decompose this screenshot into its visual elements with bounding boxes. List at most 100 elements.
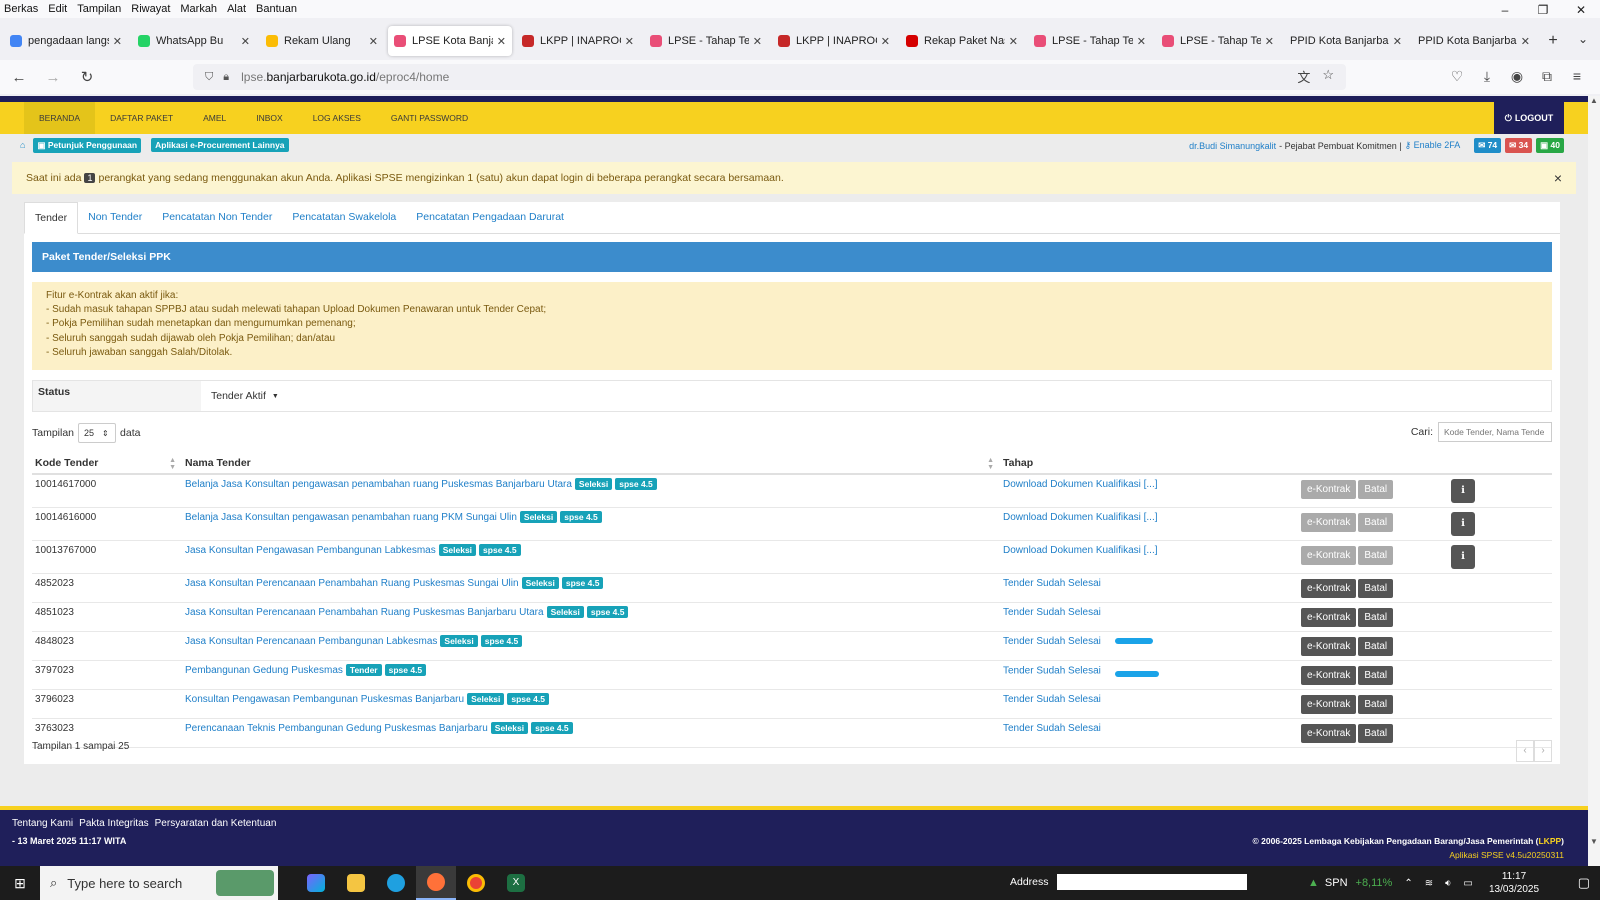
downloads-icon[interactable]: ⤓ — [1472, 68, 1502, 85]
menu-tampilan[interactable]: Tampilan — [77, 3, 121, 15]
col-nama-tender[interactable]: Nama Tender ▲ ▼ — [182, 452, 1000, 475]
tahap-link[interactable]: Tender Sudah Selesai — [1003, 607, 1101, 618]
browser-tab[interactable]: LPSE Kota Banjarb ✕ — [388, 26, 512, 56]
batal-button[interactable]: Batal — [1358, 724, 1394, 743]
back-button[interactable]: ← — [4, 69, 34, 86]
close-tab-icon[interactable]: ✕ — [1009, 35, 1018, 48]
page-scrollbar[interactable]: ▲ ▼ — [1588, 96, 1600, 866]
nav-inbox[interactable]: INBOX — [241, 102, 297, 134]
shield-icon[interactable]: ⛉ — [205, 71, 213, 84]
new-tab-button[interactable]: + — [1540, 32, 1566, 50]
menu-alat[interactable]: Alat — [227, 3, 246, 15]
extensions-icon[interactable]: ⧉ — [1532, 68, 1562, 85]
minimize-button[interactable]: – — [1486, 0, 1524, 20]
tab-tender[interactable]: Tender — [24, 202, 79, 234]
batal-button[interactable]: Batal — [1358, 579, 1394, 598]
info-icon[interactable]: ℹ — [1451, 512, 1475, 536]
e-kontrak-button[interactable]: e-Kontrak — [1301, 695, 1357, 714]
e-kontrak-button[interactable]: e-Kontrak — [1301, 579, 1357, 598]
url-text[interactable]: lpse.banjarbarukota.go.id/eproc4/home — [241, 70, 449, 84]
browser-tab[interactable]: PPID Kota Banjarbaru ✕ — [1284, 26, 1408, 56]
close-window-button[interactable]: ✕ — [1562, 0, 1600, 20]
enable-2fa-link[interactable]: ⚷ Enable 2FA — [1405, 140, 1461, 151]
nav-log-akses[interactable]: LOG AKSES — [298, 102, 376, 134]
per-page-select[interactable]: 25 ⇕ — [78, 423, 117, 443]
menu-riwayat[interactable]: Riwayat — [131, 3, 170, 15]
lock-icon[interactable]: 🔒︎ — [223, 71, 229, 84]
ticker-change[interactable]: +8,11% — [1356, 877, 1393, 889]
tab-pencatatan-swakelola[interactable]: Pencatatan Swakelola — [282, 201, 406, 233]
menu-berkas[interactable]: Berkas — [4, 3, 38, 15]
chrome-icon[interactable] — [456, 866, 496, 900]
tahap-link[interactable]: Download Dokumen Kualifikasi [...] — [1003, 512, 1158, 523]
home-icon[interactable]: ⌂ — [20, 140, 25, 150]
tender-name-link[interactable]: Belanja Jasa Konsultan pengawasan penamb… — [185, 512, 517, 523]
tahap-link[interactable]: Download Dokumen Kualifikasi [...] — [1003, 479, 1158, 490]
tender-name-link[interactable]: Jasa Konsultan Perencanaan Penambahan Ru… — [185, 578, 519, 589]
user-name-link[interactable]: dr.Budi Simanungkalit — [1189, 141, 1276, 151]
close-tab-icon[interactable]: ✕ — [1521, 35, 1530, 48]
nav-amel[interactable]: AMEL — [188, 102, 241, 134]
batal-button[interactable]: Batal — [1358, 637, 1394, 656]
logout-button[interactable]: ⏻ LOGOUT — [1494, 102, 1564, 134]
scroll-up-icon[interactable]: ▲ — [1588, 96, 1600, 105]
clock[interactable]: 11:17 13/03/2025 — [1484, 870, 1544, 896]
close-tab-icon[interactable]: ✕ — [1265, 35, 1274, 48]
batal-button[interactable]: Batal — [1358, 608, 1394, 627]
close-tab-icon[interactable]: ✕ — [625, 35, 634, 48]
nav-daftar-paket[interactable]: DAFTAR PAKET — [95, 102, 188, 134]
status-select[interactable]: Tender Aktif ▼ — [201, 381, 289, 411]
file-explorer-icon[interactable] — [336, 866, 376, 900]
taskbar-search[interactable]: ⌕ Type here to search — [40, 866, 278, 900]
notification-badge[interactable]: ▣ 40 — [1536, 138, 1564, 153]
meet-now-icon[interactable]: ▭ — [1463, 878, 1472, 889]
browser-tab[interactable]: LPSE - Tahap Tend ✕ — [1028, 26, 1152, 56]
browser-tab[interactable]: LKPP | INAPROC ✕ — [516, 26, 640, 56]
close-tab-icon[interactable]: ✕ — [753, 35, 762, 48]
menu-bantuan[interactable]: Bantuan — [256, 3, 297, 15]
next-page-button[interactable]: › — [1534, 740, 1552, 762]
petunjuk-button[interactable]: ▣ Petunjuk Penggunaan — [33, 137, 142, 153]
windows-start-icon[interactable]: ⊞ — [0, 875, 40, 892]
browser-tab[interactable]: pengadaan langsu ✕ — [4, 26, 128, 56]
menu-markah[interactable]: Markah — [180, 3, 217, 15]
col-tahap[interactable]: Tahap — [1000, 452, 1298, 475]
footer-link[interactable]: Pakta Integritas — [79, 818, 148, 829]
e-kontrak-button[interactable]: e-Kontrak — [1301, 637, 1357, 656]
reload-button[interactable]: ↻ — [72, 68, 102, 86]
batal-button[interactable]: Batal — [1358, 695, 1394, 714]
close-tab-icon[interactable]: ✕ — [1393, 35, 1402, 48]
copilot-icon[interactable] — [296, 866, 336, 900]
prev-page-button[interactable]: ‹ — [1516, 740, 1534, 762]
excel-icon[interactable]: X — [496, 866, 536, 900]
chevron-up-icon[interactable]: ⌃ — [1404, 878, 1412, 889]
e-kontrak-button[interactable]: e-Kontrak — [1301, 724, 1357, 743]
close-tab-icon[interactable]: ✕ — [881, 35, 890, 48]
tahap-link[interactable]: Tender Sudah Selesai — [1003, 694, 1101, 705]
close-tab-icon[interactable]: ✕ — [369, 35, 378, 48]
e-kontrak-button[interactable]: e-Kontrak — [1301, 666, 1357, 685]
tender-name-link[interactable]: Konsultan Pengawasan Pembangunan Puskesm… — [185, 694, 464, 705]
tahap-link[interactable]: Tender Sudah Selesai — [1003, 578, 1101, 589]
close-tab-icon[interactable]: ✕ — [241, 35, 250, 48]
tender-name-link[interactable]: Perencanaan Teknis Pembangunan Gedung Pu… — [185, 723, 488, 734]
volume-icon[interactable]: 🔉︎ — [1445, 878, 1451, 889]
close-icon[interactable]: × — [1554, 170, 1562, 186]
browser-tab[interactable]: WhatsApp Bu ✕ — [132, 26, 256, 56]
tab-pencatatan-pengadaan-darurat[interactable]: Pencatatan Pengadaan Darurat — [406, 201, 574, 233]
tab-non-tender[interactable]: Non Tender — [78, 201, 152, 233]
browser-tab[interactable]: Rekap Paket Nasio ✕ — [900, 26, 1024, 56]
close-tab-icon[interactable]: ✕ — [497, 35, 506, 48]
close-tab-icon[interactable]: ✕ — [1137, 35, 1146, 48]
lkpp-link[interactable]: LKPP — [1538, 836, 1561, 846]
tab-pencatatan-non-tender[interactable]: Pencatatan Non Tender — [152, 201, 282, 233]
info-icon[interactable]: ℹ — [1451, 479, 1475, 503]
batal-button[interactable]: Batal — [1358, 666, 1394, 685]
tender-name-link[interactable]: Belanja Jasa Konsultan pengawasan penamb… — [185, 479, 572, 490]
browser-tab[interactable]: LPSE - Tahap Tend ✕ — [644, 26, 768, 56]
browser-tab[interactable]: LKPP | INAPROC ✕ — [772, 26, 896, 56]
browser-tab[interactable]: LPSE - Tahap Tend ✕ — [1156, 26, 1280, 56]
notification-badge[interactable]: ✉ 74 — [1474, 138, 1502, 153]
search-input[interactable]: Kode Tender, Nama Tende — [1438, 422, 1552, 442]
nav-ganti-password[interactable]: GANTI PASSWORD — [376, 102, 483, 134]
